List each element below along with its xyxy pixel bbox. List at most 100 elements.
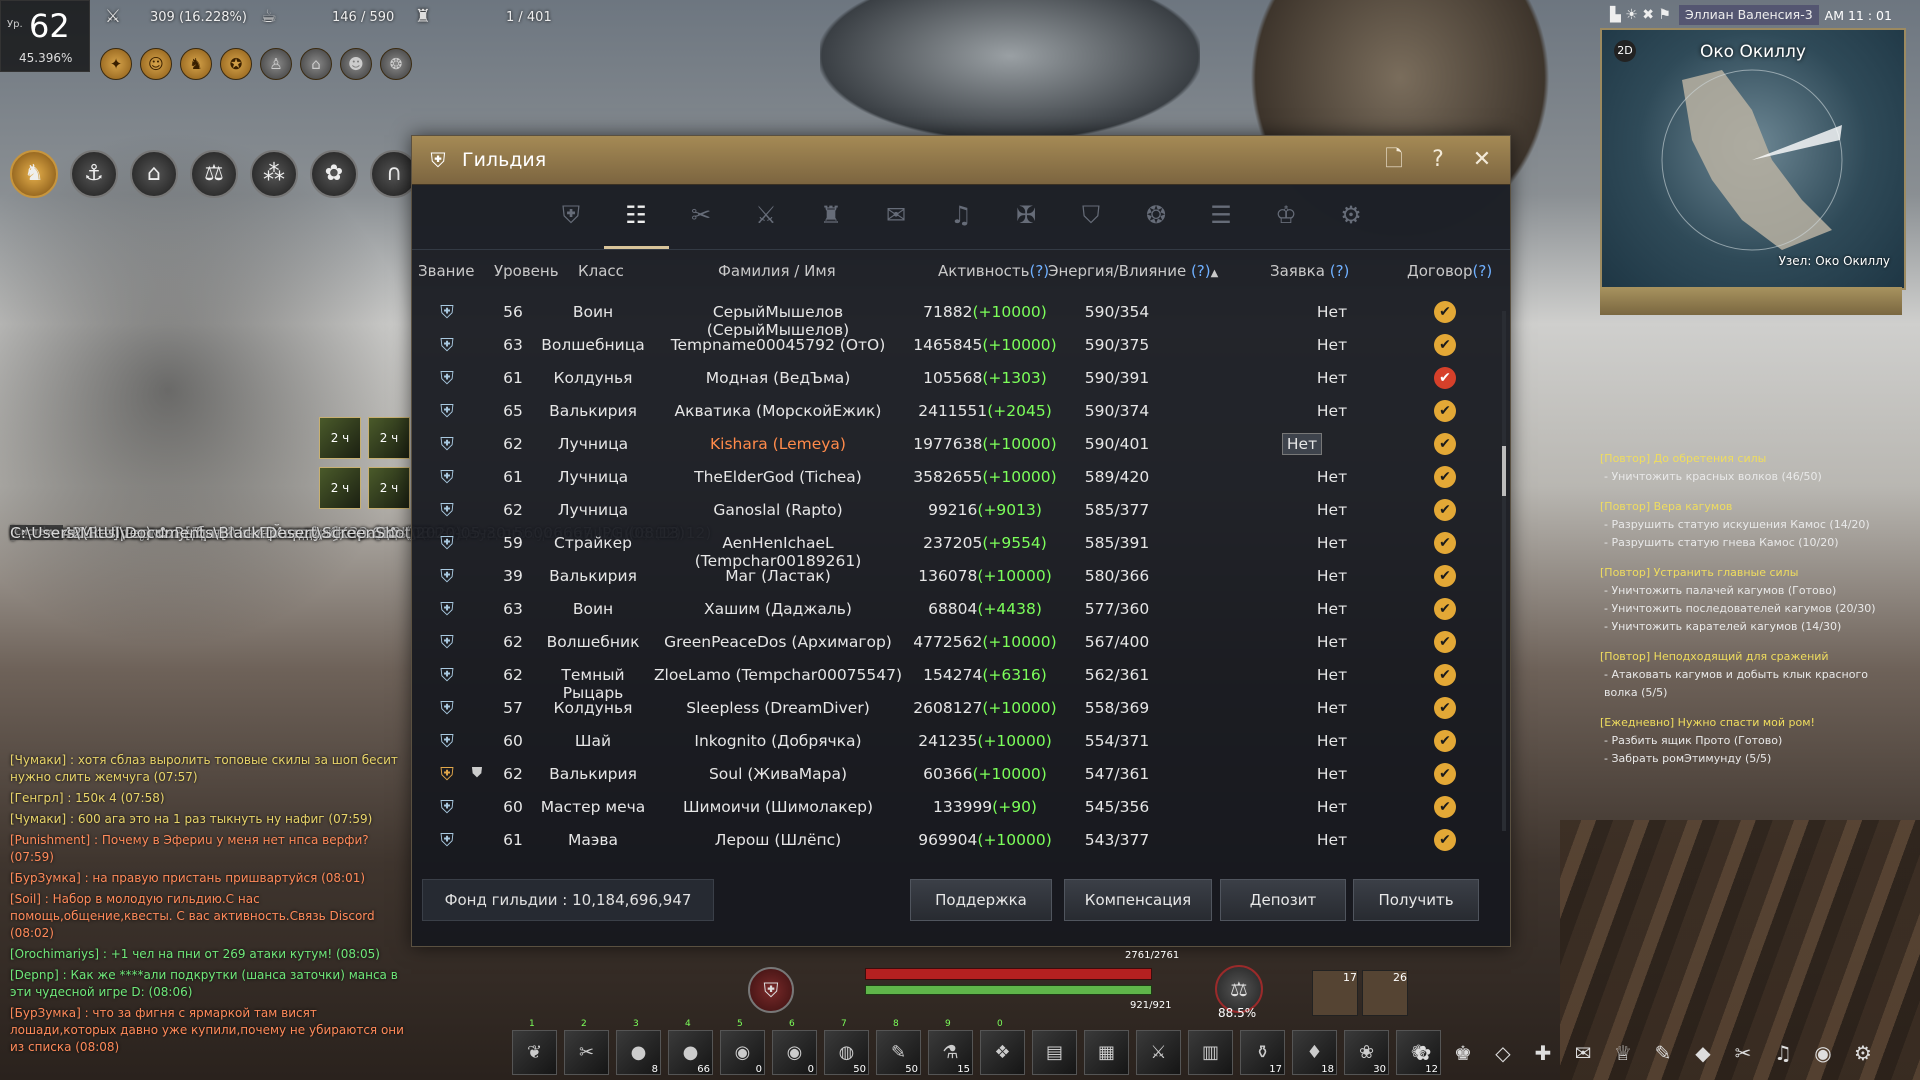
quickslot[interactable]: ⚗ 9 15 bbox=[928, 1019, 973, 1075]
buff-icon[interactable]: ☻ bbox=[340, 48, 372, 80]
quickslot[interactable]: ♦ 18 bbox=[1292, 1030, 1337, 1075]
quest-title[interactable]: [Повтор] Устранить главные силы bbox=[1600, 564, 1900, 582]
contract-status-icon[interactable]: ✔ bbox=[1434, 334, 1456, 356]
tab-alliance[interactable]: ♔ bbox=[1254, 185, 1319, 249]
minimap[interactable]: 2D Око Окиллу Узел: Око Окиллу bbox=[1600, 28, 1906, 290]
buff-icon[interactable]: ❂ bbox=[380, 48, 412, 80]
contract-status-icon[interactable]: ✔ bbox=[1434, 763, 1456, 785]
member-row[interactable]: ⛨ 60 Мастер меча Шимоичи (Шимолакер) 133999(… bbox=[412, 791, 1500, 824]
member-application[interactable]: Нет bbox=[1292, 336, 1372, 354]
member-application[interactable]: Нет bbox=[1292, 831, 1372, 849]
member-row[interactable]: ⛨ 63 Воин Хашим (Даджаль) 68804(+4438) 577/36… bbox=[412, 593, 1500, 626]
contract-status-icon[interactable]: ✔ bbox=[1434, 532, 1456, 554]
buff-icon[interactable]: ♙ bbox=[260, 48, 292, 80]
member-application[interactable]: Нет bbox=[1292, 567, 1372, 585]
contract-status-icon[interactable]: ✔ bbox=[1434, 697, 1456, 719]
tab-defense[interactable]: ⛉ bbox=[1059, 185, 1124, 249]
member-application[interactable]: Нет bbox=[1292, 402, 1372, 420]
help-marker[interactable]: (?) bbox=[1330, 262, 1350, 280]
help-icon[interactable]: ? bbox=[1422, 144, 1454, 176]
scroll-thumb[interactable] bbox=[1502, 446, 1506, 496]
header-application[interactable]: Заявка (?) bbox=[1270, 262, 1349, 280]
tab-war[interactable]: ⚔ bbox=[734, 185, 799, 249]
close-icon[interactable]: ✕ bbox=[1466, 144, 1498, 176]
member-application[interactable]: Нет bbox=[1292, 765, 1372, 783]
member-application[interactable]: Нет bbox=[1292, 303, 1372, 321]
mail-icon[interactable]: ✉ bbox=[1570, 1040, 1596, 1066]
shield-icon[interactable]: ⛨ bbox=[748, 967, 794, 1013]
exp-buff-icon[interactable]: ✪ bbox=[220, 48, 252, 80]
tab-battle[interactable]: ✠ bbox=[994, 185, 1059, 249]
member-row[interactable]: ⛨ 62 Волшебник GreenPeaceDos (Архимагор) 477… bbox=[412, 626, 1500, 659]
contract-status-icon[interactable]: ✔ bbox=[1434, 631, 1456, 653]
cooldown-slot[interactable]: 2 ч bbox=[319, 467, 361, 509]
contract-status-icon[interactable]: ✔ bbox=[1434, 301, 1456, 323]
trade-icon[interactable]: ⚖ bbox=[190, 150, 238, 198]
contract-status-icon[interactable]: ✔ bbox=[1434, 664, 1456, 686]
contract-status-icon[interactable]: ✔ bbox=[1434, 433, 1456, 455]
member-row[interactable]: ⛨ 61 Колдунья Модная (ВедЪма) 105568(+1303) 5… bbox=[412, 362, 1500, 395]
header-contract[interactable]: Договор(?) bbox=[1407, 262, 1492, 280]
member-application[interactable]: Нет bbox=[1292, 732, 1372, 750]
member-application[interactable]: Нет bbox=[1282, 433, 1322, 455]
horse-icon[interactable]: ♞ bbox=[10, 150, 58, 198]
tab-settings[interactable]: ⚙ bbox=[1319, 185, 1384, 249]
chat-message[interactable]: [БурЗумка] : что за фигня с ярмаркой там… bbox=[10, 1005, 415, 1056]
member-application[interactable]: Нет bbox=[1292, 369, 1372, 387]
quickslot[interactable]: ⚔ bbox=[1136, 1030, 1181, 1075]
cooldown-slot[interactable]: 2 ч bbox=[368, 417, 410, 459]
quickslot[interactable]: ✂ 2 bbox=[564, 1019, 609, 1075]
chat-message[interactable]: [Чумаки] : хотя сблаз выролить топовые с… bbox=[10, 752, 415, 786]
tab-members[interactable]: ☷ bbox=[603, 185, 669, 249]
member-row[interactable]: ⛨ 59 Страйкер AenHenIchaeL (Tempchar0018926… bbox=[412, 527, 1500, 570]
quickslot[interactable]: ❀ 30 bbox=[1344, 1030, 1389, 1075]
quickslot[interactable]: ◉ 5 0 bbox=[720, 1019, 765, 1075]
header-energy[interactable]: Энергия/Влияние (?)▲ bbox=[1048, 262, 1218, 280]
house-icon[interactable]: ⌂ bbox=[130, 150, 178, 198]
gift-icon[interactable]: ✚ bbox=[1530, 1040, 1556, 1066]
buff-icon[interactable]: ⌂ bbox=[300, 48, 332, 80]
contract-status-icon[interactable]: ✔ bbox=[1434, 730, 1456, 752]
crafting-icon[interactable]: ◆ bbox=[1690, 1040, 1716, 1066]
member-row[interactable]: ⛨ ⛊ 62 Валькирия Soul (ЖиваМара) 60366(+10000… bbox=[412, 758, 1500, 791]
chat-message[interactable]: [Генгрл] : 150к 4 (07:58) bbox=[10, 790, 415, 807]
member-application[interactable]: Нет bbox=[1292, 534, 1372, 552]
page-icon[interactable]: 🗋 bbox=[1378, 144, 1410, 176]
member-row[interactable]: ⛨ 57 Колдунья Sleepless (DreamDiver) 2608127… bbox=[412, 692, 1500, 725]
chat-message[interactable]: [Чумаки] : 600 ага это на 1 раз тыкнуть … bbox=[10, 811, 415, 828]
general-chat[interactable]: [Чумаки] : хотя сблаз выролить топовые с… bbox=[10, 752, 415, 1060]
tab-emblem[interactable]: ❂ bbox=[1124, 185, 1189, 249]
tab-notice[interactable]: ♫ bbox=[929, 185, 994, 249]
member-row[interactable]: ⛨ 63 Волшебница Tempname00045792 (ОтО) 14658… bbox=[412, 329, 1500, 362]
help-marker[interactable]: (?) bbox=[1029, 262, 1049, 280]
tab-recruit[interactable]: ☰ bbox=[1189, 185, 1254, 249]
compensation-button[interactable]: Компенсация bbox=[1064, 879, 1212, 921]
buff-icon[interactable]: ☺ bbox=[140, 48, 172, 80]
quest-title[interactable]: [Повтор] Неподходящий для сражений bbox=[1600, 648, 1900, 666]
challenge-icon[interactable]: ♕ bbox=[1610, 1040, 1636, 1066]
member-row[interactable]: ⛨ 65 Валькирия Акватика (МорскойЕжик) 241155… bbox=[412, 395, 1500, 428]
server-channel[interactable]: Эллиан Валенсия-3 bbox=[1678, 5, 1819, 25]
deposit-button[interactable]: Депозит bbox=[1220, 879, 1346, 921]
farm-icon[interactable]: ⁂ bbox=[250, 150, 298, 198]
chat-message[interactable]: [Depnp] : Как же ****али подкрутки (шанс… bbox=[10, 967, 415, 1001]
contract-status-icon[interactable]: ✔ bbox=[1434, 829, 1456, 851]
buff-icon[interactable]: ♞ bbox=[180, 48, 212, 80]
member-row[interactable]: ⛨ 62 Темный Рыцарь ZloeLamo (Tempchar000755… bbox=[412, 659, 1500, 702]
quickslot[interactable]: ⚱ 17 bbox=[1240, 1030, 1285, 1075]
tab-guild-info[interactable]: ⛨ bbox=[539, 185, 604, 249]
support-button[interactable]: Поддержка bbox=[910, 879, 1052, 921]
quest-title[interactable]: [Повтор] До обретения силы bbox=[1600, 450, 1900, 468]
fishing-icon[interactable]: ✎ bbox=[1650, 1040, 1676, 1066]
cooldown-slot[interactable]: 2 ч bbox=[368, 467, 410, 509]
member-list-scrollbar[interactable] bbox=[1502, 311, 1506, 831]
paw-icon[interactable]: ✿ bbox=[310, 150, 358, 198]
contract-status-icon[interactable]: ✔ bbox=[1434, 796, 1456, 818]
quickslot[interactable]: ● 3 8 bbox=[616, 1019, 661, 1075]
status-icons[interactable]: ▙ ☀ ✖ ⚑ bbox=[1610, 7, 1671, 23]
bell-icon[interactable]: ♫ bbox=[1770, 1040, 1796, 1066]
gear-icon[interactable]: ⚙ bbox=[1850, 1040, 1876, 1066]
compass-icon[interactable]: ◉ bbox=[1810, 1040, 1836, 1066]
tab-quests[interactable]: ✉ bbox=[864, 185, 929, 249]
food-slot[interactable]: 26 bbox=[1362, 970, 1408, 1016]
